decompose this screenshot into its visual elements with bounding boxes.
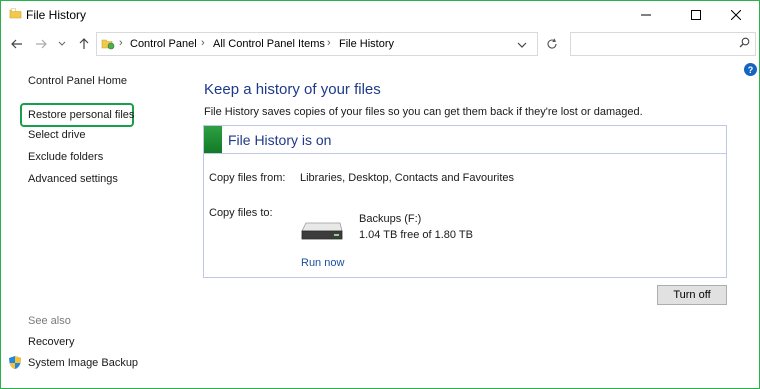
search-box[interactable] xyxy=(570,32,756,56)
search-icon[interactable] xyxy=(739,37,750,51)
copy-from-value: Libraries, Desktop, Contacts and Favouri… xyxy=(300,172,514,184)
recent-dropdown-icon[interactable] xyxy=(55,37,69,51)
shield-icon xyxy=(8,355,22,373)
close-icon xyxy=(731,10,741,20)
search-input[interactable] xyxy=(574,35,728,53)
crumb-file-history[interactable]: File History xyxy=(339,38,394,50)
minimize-button[interactable] xyxy=(623,1,669,29)
status-title: File History is on xyxy=(228,132,332,148)
restore-personal-files-link[interactable]: Restore personal files xyxy=(28,109,134,121)
copy-from-label: Copy files from: xyxy=(209,172,286,184)
control-panel-home-link[interactable]: Control Panel Home xyxy=(28,75,127,87)
status-header: File History is on xyxy=(204,126,726,154)
crumb-all-control-panel-items[interactable]: All Control Panel Items xyxy=(213,38,325,50)
forward-arrow-icon[interactable] xyxy=(34,37,48,51)
drive-icon xyxy=(300,219,344,246)
run-now-link[interactable]: Run now xyxy=(301,257,344,269)
breadcrumb[interactable]: › Control Panel › All Control Panel Item… xyxy=(96,32,538,56)
page-description: File History saves copies of your files … xyxy=(204,106,643,118)
refresh-button[interactable] xyxy=(539,32,565,56)
turn-off-button[interactable]: Turn off xyxy=(657,285,727,305)
close-button[interactable] xyxy=(713,1,759,29)
select-drive-link[interactable]: Select drive xyxy=(28,129,85,141)
page-title: Keep a history of your files xyxy=(204,81,381,98)
copy-to-label: Copy files to: xyxy=(209,207,273,219)
minimize-icon xyxy=(641,14,651,16)
drive-name: Backups (F:) xyxy=(359,213,422,225)
drive-space: 1.04 TB free of 1.80 TB xyxy=(359,229,473,241)
maximize-icon xyxy=(691,10,701,20)
window-title: File History xyxy=(26,8,87,22)
status-panel: File History is on Copy files from: Libr… xyxy=(203,125,727,278)
exclude-folders-link[interactable]: Exclude folders xyxy=(28,151,103,163)
advanced-settings-link[interactable]: Advanced settings xyxy=(28,173,118,185)
file-history-window: File History › Control Panel › All Contr… xyxy=(0,0,760,389)
title-bar: File History xyxy=(1,1,759,29)
crumb-control-panel[interactable]: Control Panel xyxy=(130,38,197,50)
folder-icon xyxy=(9,7,22,20)
see-also-label: See also xyxy=(28,315,71,327)
dropdown-icon[interactable] xyxy=(517,40,527,52)
address-bar: › Control Panel › All Control Panel Item… xyxy=(1,29,759,59)
help-icon[interactable]: ? xyxy=(744,63,757,76)
back-arrow-icon[interactable] xyxy=(10,37,24,51)
recovery-link[interactable]: Recovery xyxy=(28,336,74,348)
up-arrow-icon[interactable] xyxy=(77,37,91,51)
refresh-icon xyxy=(547,38,557,49)
status-indicator xyxy=(204,126,222,153)
system-image-backup-link[interactable]: System Image Backup xyxy=(28,357,138,369)
control-panel-icon xyxy=(101,36,115,53)
